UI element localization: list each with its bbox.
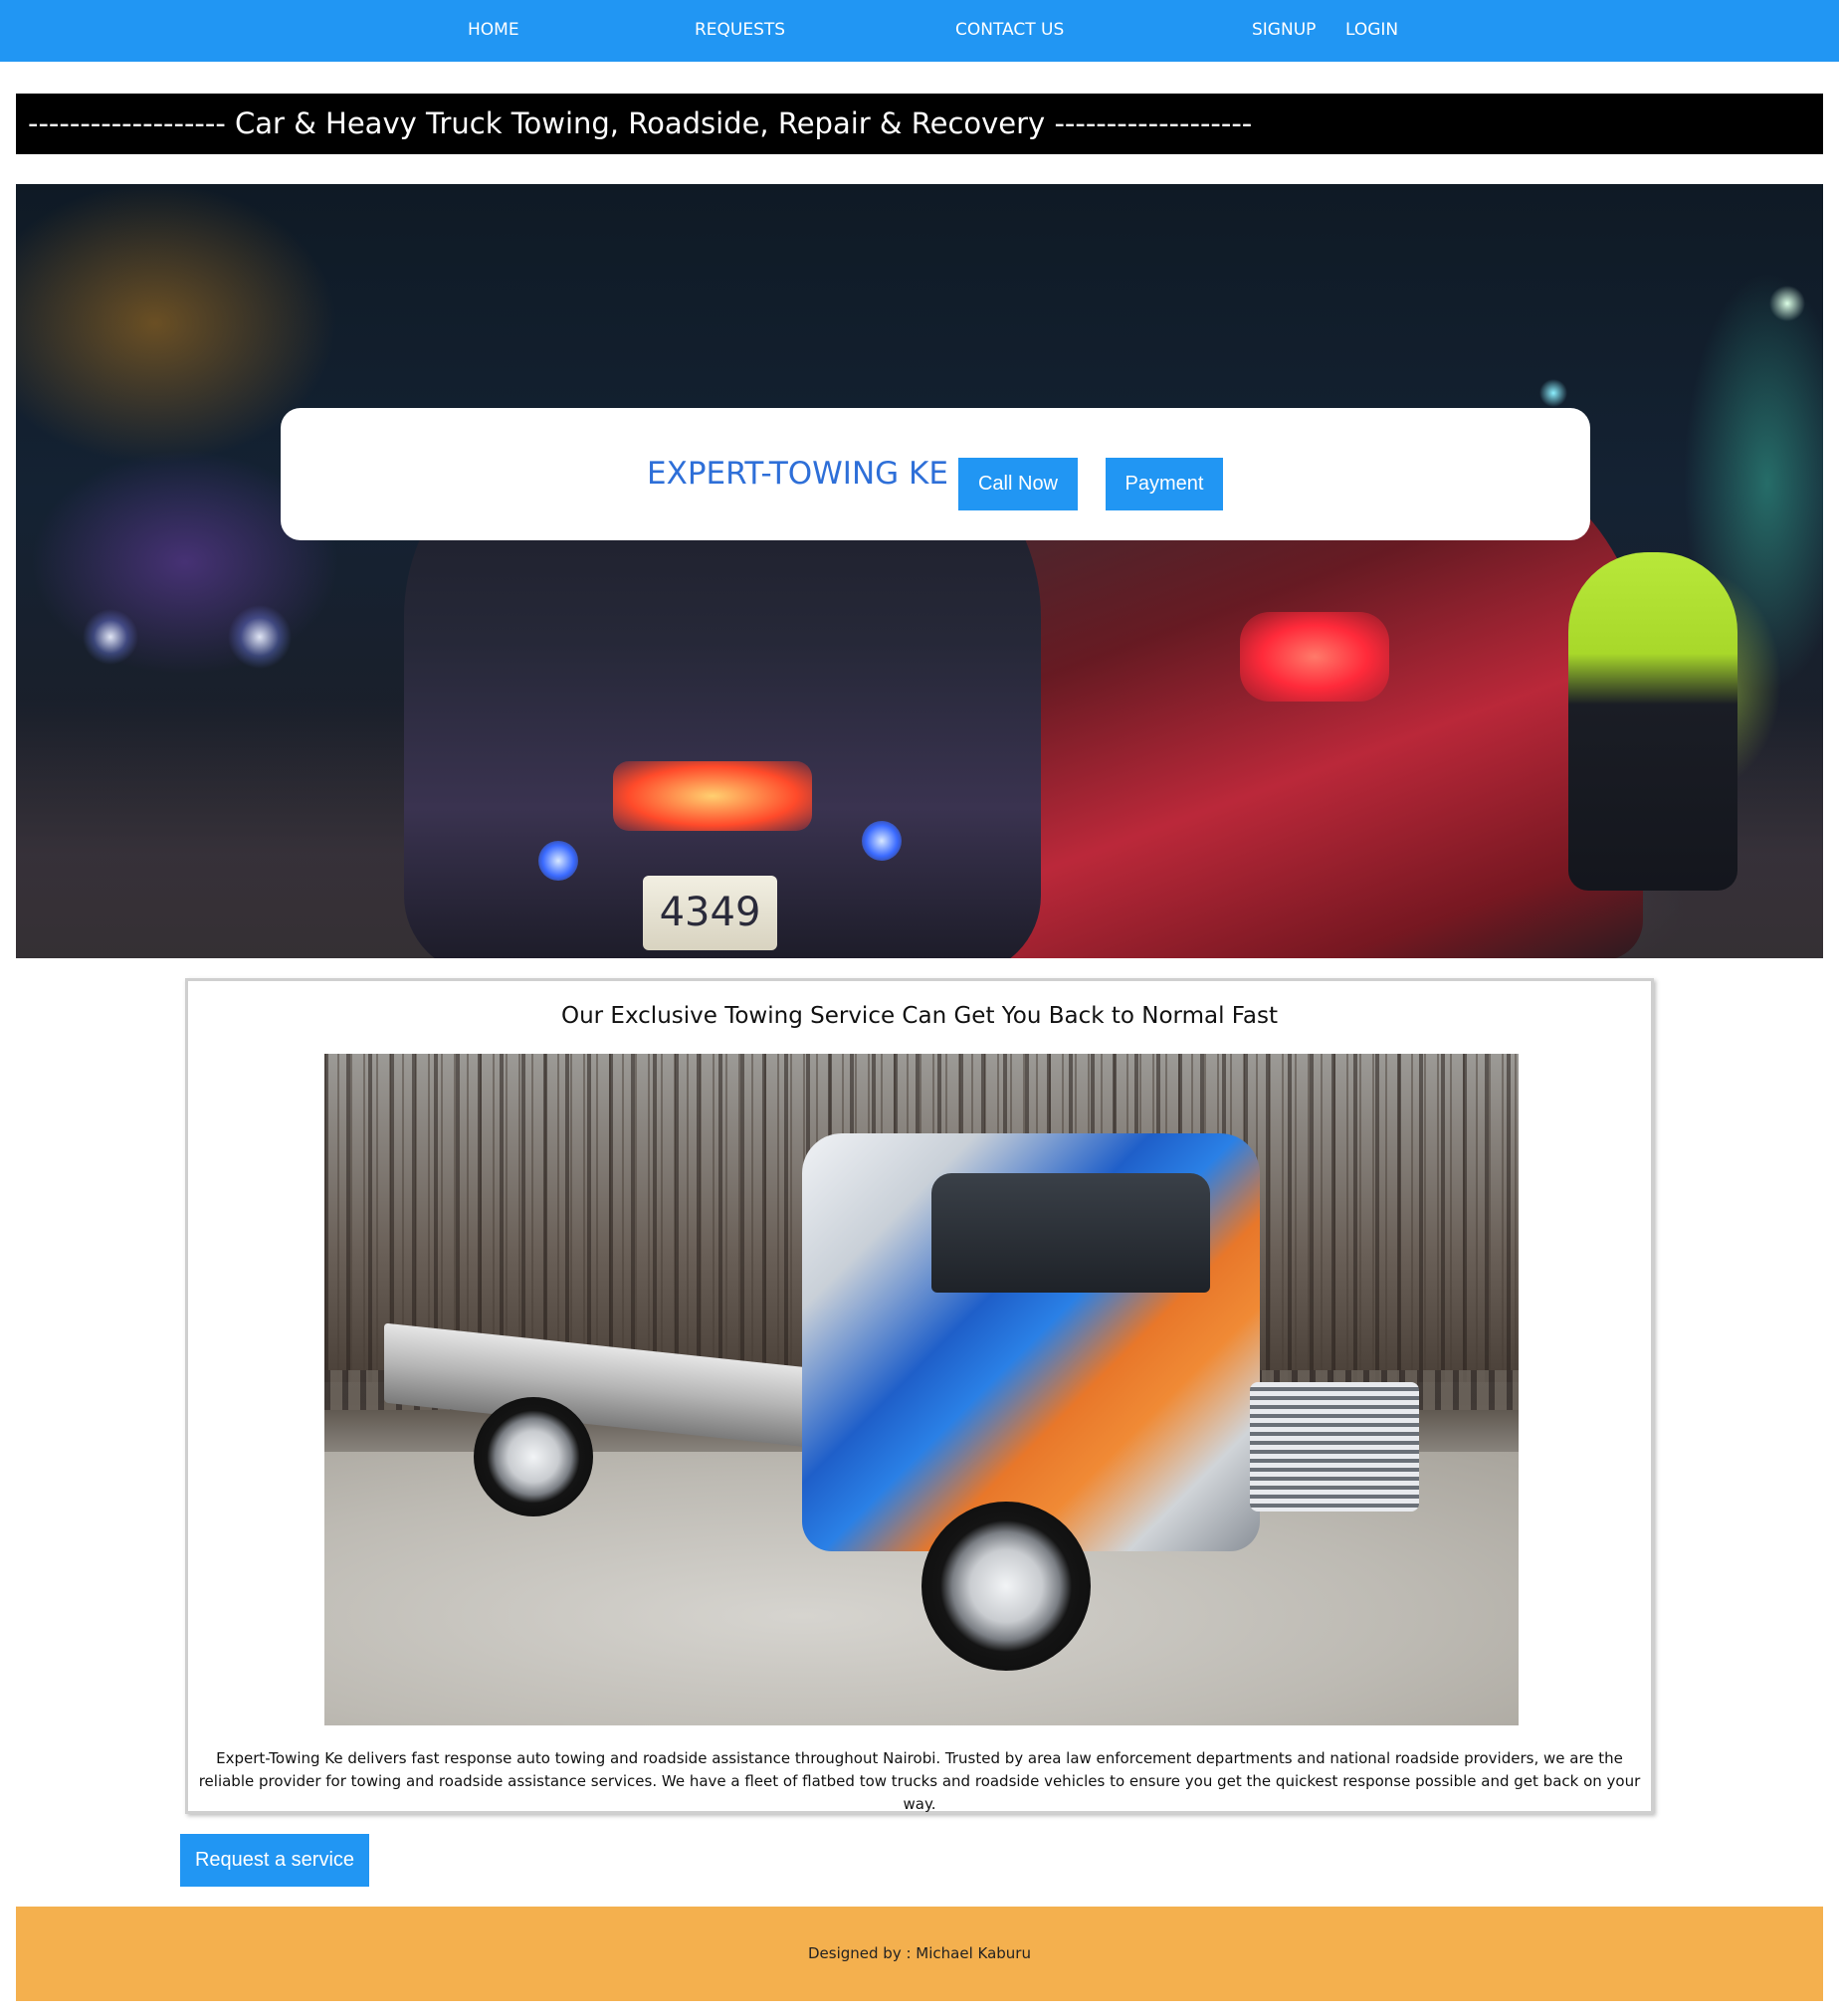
hero-blue-light-left	[538, 841, 578, 881]
service-card-title: Our Exclusive Towing Service Can Get You…	[560, 1003, 1279, 1029]
nav-contact-link[interactable]: CONTACT US	[955, 0, 1064, 62]
nav-home-link[interactable]: HOME	[468, 0, 519, 62]
brand-title: EXPERT-TOWING KE	[647, 456, 948, 492]
hero-image: 4349 EXPERT-TOWING KE Call Now Payment	[16, 184, 1823, 958]
hero-worker-figure	[1568, 552, 1737, 891]
truck-windshield	[931, 1173, 1210, 1293]
truck-grille	[1250, 1382, 1419, 1512]
nav-requests-link[interactable]: REQUESTS	[695, 0, 785, 62]
nav-signup-link[interactable]: SIGNUP	[1252, 0, 1316, 62]
request-service-button[interactable]: Request a service	[180, 1834, 369, 1887]
service-card: Our Exclusive Towing Service Can Get You…	[185, 978, 1654, 1814]
footer-credit: Designed by : Michael Kaburu	[808, 1944, 1031, 1962]
brand-card: EXPERT-TOWING KE Call Now Payment	[281, 408, 1590, 540]
hero-license-plate: 4349	[643, 876, 777, 950]
tagline-banner: ------------------- Car & Heavy Truck To…	[16, 94, 1823, 154]
payment-button[interactable]: Payment	[1106, 458, 1223, 510]
call-now-button[interactable]: Call Now	[958, 458, 1078, 510]
truck-rear-wheel	[474, 1397, 593, 1516]
truck-front-wheel	[921, 1502, 1091, 1671]
hero-blue-light-right	[862, 821, 902, 861]
hero-car-taillight	[1240, 612, 1389, 702]
tow-truck-image	[324, 1054, 1519, 1725]
top-nav: HOME REQUESTS CONTACT US SIGNUP LOGIN	[0, 0, 1839, 62]
hero-motorcycle-taillight	[613, 761, 812, 831]
footer: Designed by : Michael Kaburu	[16, 1907, 1823, 2001]
service-description: Expert-Towing Ke delivers fast response …	[198, 1749, 1641, 1813]
nav-login-link[interactable]: LOGIN	[1345, 0, 1398, 62]
